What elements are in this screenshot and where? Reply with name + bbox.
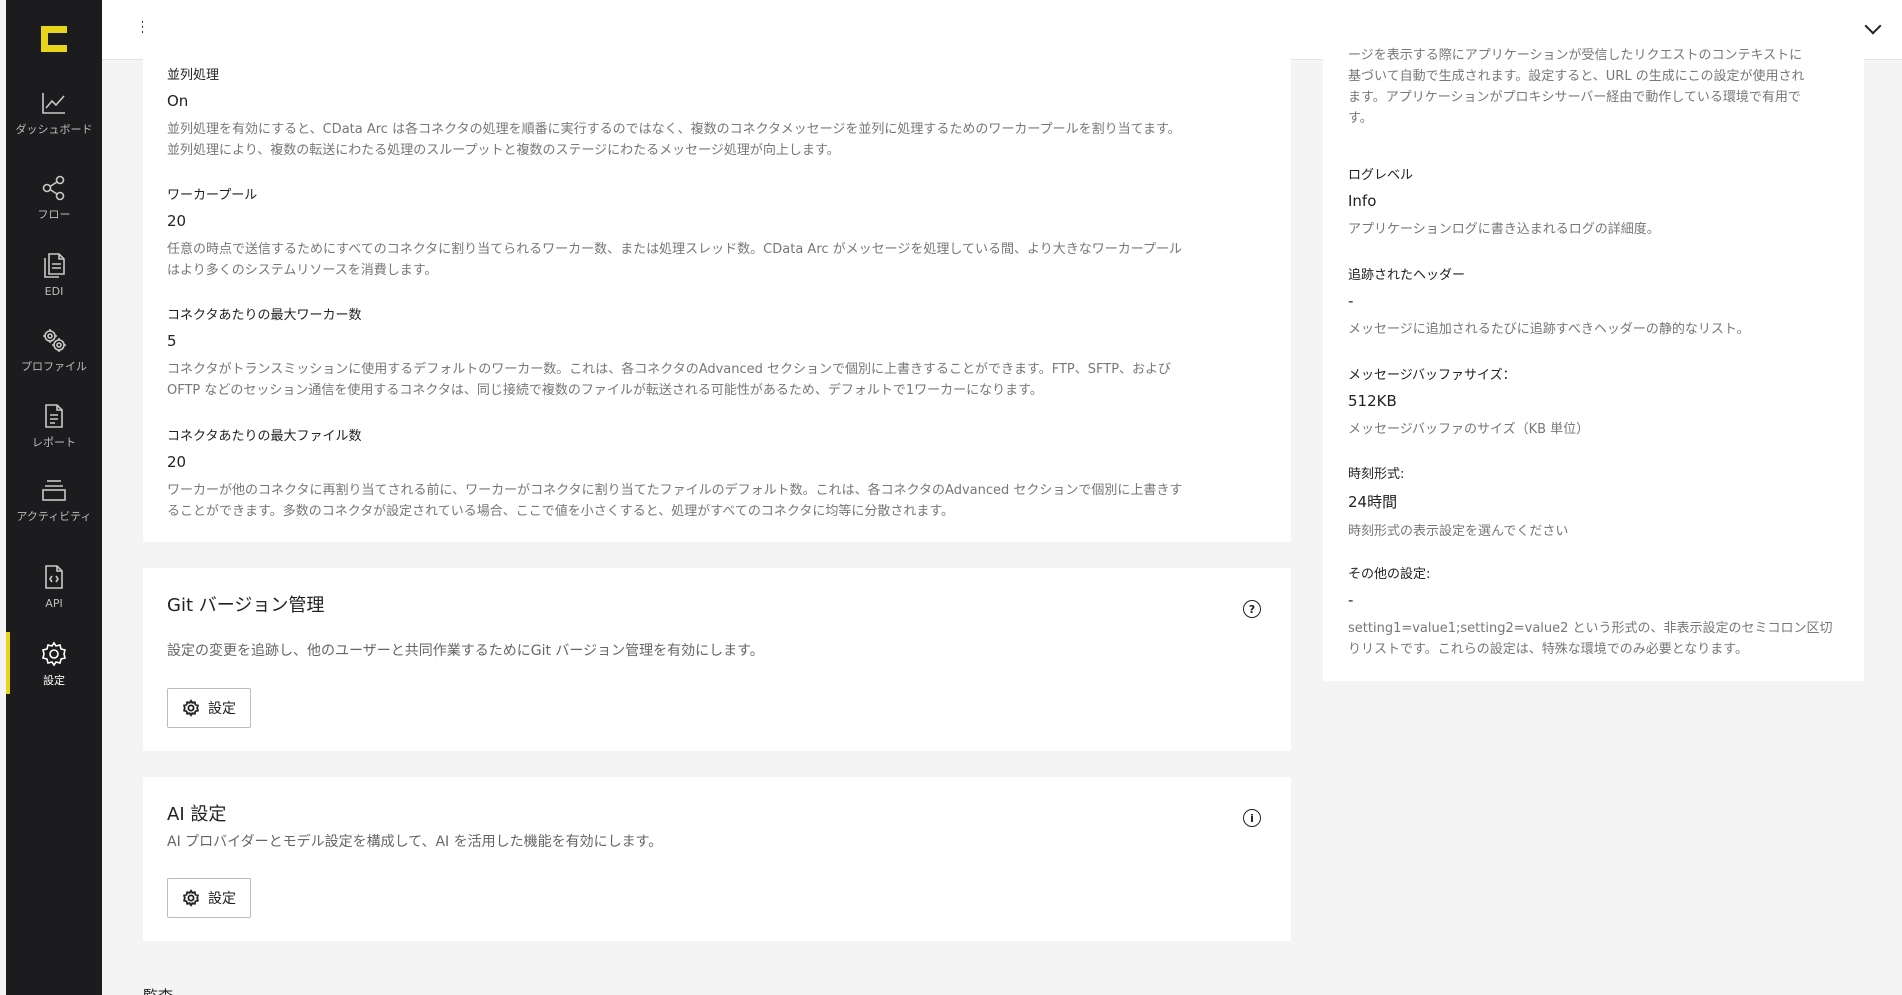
setting-description: アプリケーションログに書き込まれるログの詳細度。 [1348, 222, 1660, 237]
setting-label: ワーカープール [167, 188, 258, 203]
section-description: AI プロバイダーとモデル設定を構成して、AI を活用した機能を有効にします。 [167, 834, 663, 850]
share-nodes-icon [39, 173, 69, 203]
sidebar-item-report[interactable]: レポート [6, 401, 102, 449]
gear-icon [182, 889, 200, 907]
layers-icon [39, 475, 69, 505]
description-line: 並列処理を有効にすると、CData Arc は各コネクタの処理を順番に実行するの… [167, 122, 1181, 137]
sidebar-item-api[interactable]: API [6, 562, 102, 610]
description-line: 任意の時点で送信するためにすべてのコネクタに割り当てられるワーカー数、または処理… [167, 242, 1182, 257]
setting-other: その他の設定: - setting1=value1;setting2=value… [1348, 563, 1838, 660]
sidebar-item-settings[interactable]: 設定 [6, 639, 102, 687]
sidebar-item-label: EDI [44, 285, 64, 298]
sidebar-item-label: プロファイル [21, 360, 87, 373]
description-line: ワーカーが他のコネクタに再割り当てされる前に、ワーカーがコネクタに割り当てたファ… [167, 483, 1183, 498]
setting-label: 時刻形式: [1348, 467, 1405, 482]
sidebar-item-label: ダッシュボード [15, 123, 93, 136]
setting-description: メッセージバッファのサイズ（KB 単位） [1348, 422, 1590, 437]
setting-description: ワーカーが他のコネクタに再割り当てされる前に、ワーカーがコネクタに割り当てたファ… [167, 480, 1257, 522]
sidebar-item-flow[interactable]: フロー [6, 173, 102, 221]
setting-label: コネクタあたりの最大ワーカー数 [167, 308, 362, 323]
setting-max-files: コネクタあたりの最大ファイル数 20 ワーカーが他のコネクタに再割り当てされる前… [167, 425, 1257, 522]
setting-label: コネクタあたりの最大ファイル数 [167, 429, 362, 444]
sidebar-item-edi[interactable]: EDI [6, 250, 102, 298]
setting-log-level: ログレベル Info アプリケーションログに書き込まれるログの詳細度。 [1348, 164, 1838, 240]
setting-value[interactable]: 20 [167, 212, 1257, 230]
sidebar-item-activity[interactable]: アクティビティ [6, 475, 102, 523]
button-label: 設定 [208, 701, 236, 717]
setting-parallel-processing: 並列処理 On 並列処理を有効にすると、CData Arc は各コネクタの処理を… [167, 64, 1257, 161]
description-line: 並列処理により、複数の転送にわたる処理のスループットと複数のステージにわたるメッ… [167, 143, 840, 158]
setting-label: 並列処理 [167, 68, 220, 83]
help-icon[interactable]: ? [1243, 600, 1261, 618]
section-title: Git バージョン管理 [167, 595, 325, 616]
performance-settings-card: 並列処理 On 並列処理を有効にすると、CData Arc は各コネクタの処理を… [143, 0, 1291, 542]
setting-value[interactable]: On [167, 92, 1257, 110]
sidebar-item-dashboard[interactable]: ダッシュボード [6, 88, 102, 136]
sidebar-item-label: API [45, 597, 63, 610]
setting-label: ログレベル [1348, 168, 1414, 183]
report-icon [39, 401, 69, 431]
description-line: setting1=value1;setting2=value2 という形式の、非… [1348, 621, 1833, 636]
setting-description: 時刻形式の表示設定を選んでください [1348, 524, 1569, 539]
setting-description: コネクタがトランスミッションに使用するデフォルトのワーカー数。これは、各コネクタ… [167, 359, 1257, 401]
gear-icon [39, 639, 69, 669]
chevron-down-icon [1864, 17, 1882, 35]
setting-label: 追跡されたヘッダー [1348, 268, 1466, 283]
description-line: ージを表示する際にアプリケーションが受信したリクエストのコンテキストに [1348, 48, 1803, 63]
description-line: りリストです。これらの設定は、特殊な環境でのみ必要となります。 [1348, 642, 1749, 657]
chart-line-icon [39, 88, 69, 118]
setting-value[interactable]: - [1348, 591, 1838, 609]
advanced-settings-card: ージを表示する際にアプリケーションが受信したリクエストのコンテキストに 基づいて… [1323, 0, 1864, 681]
setting-description: 並列処理を有効にすると、CData Arc は各コネクタの処理を順番に実行するの… [167, 119, 1257, 161]
api-file-icon [39, 562, 69, 592]
gears-icon [39, 325, 69, 355]
setting-worker-pool: ワーカープール 20 任意の時点で送信するためにすべてのコネクタに割り当てられる… [167, 184, 1257, 281]
setting-label: その他の設定: [1348, 567, 1431, 582]
setting-value[interactable]: 24時間 [1348, 491, 1838, 512]
description-line: ます。アプリケーションがプロキシサーバー経由で動作している環境で有用で [1348, 90, 1801, 105]
setting-description: ージを表示する際にアプリケーションが受信したリクエストのコンテキストに 基づいて… [1348, 45, 1838, 129]
sidebar-item-label: フロー [37, 208, 71, 221]
sidebar-item-label: アクティビティ [16, 510, 92, 523]
description-line: OFTP などのセッション通信を使用するコネクタは、同じ接続で複数のファイルが転… [167, 383, 1043, 398]
setting-value[interactable]: - [1348, 292, 1838, 310]
ai-settings-button[interactable]: 設定 [167, 878, 251, 918]
description-line: ることができます。多数のコネクタが設定されている場合、ここで値を小さくすると、処… [167, 504, 955, 519]
setting-value[interactable]: 512KB [1348, 392, 1838, 410]
setting-description: 任意の時点で送信するためにすべてのコネクタに割り当てられるワーカー数、または処理… [167, 239, 1257, 281]
setting-time-format: 時刻形式: 24時間 時刻形式の表示設定を選んでください [1348, 463, 1838, 542]
button-label: 設定 [208, 891, 236, 907]
git-version-control-card: Git バージョン管理 ? 設定の変更を追跡し、他のユーザーと共同作業するために… [143, 568, 1291, 751]
description-line: はより多くのシステムリソースを消費します。 [167, 263, 438, 278]
setting-tracked-headers: 追跡されたヘッダー - メッセージに追加されるたびに追跡すべきヘッダーの静的なリ… [1348, 264, 1838, 340]
setting-max-workers: コネクタあたりの最大ワーカー数 5 コネクタがトランスミッションに使用するデフォ… [167, 304, 1257, 401]
setting-description: メッセージに追加されるたびに追跡すべきヘッダーの静的なリスト。 [1348, 322, 1750, 337]
documents-icon [39, 250, 69, 280]
setting-value[interactable]: 5 [167, 332, 1257, 350]
description-line: 基づいて自動で生成されます。設定すると、URL の生成にこの設定が使用され [1348, 69, 1805, 84]
ai-settings-card: AI 設定 i AI プロバイダーとモデル設定を構成して、AI を活用した機能を… [143, 777, 1291, 941]
section-description: 設定の変更を追跡し、他のユーザーと共同作業するためにGit バージョン管理を有効… [167, 643, 764, 659]
sidebar-item-label: レポート [32, 436, 76, 449]
description-line: コネクタがトランスミッションに使用するデフォルトのワーカー数。これは、各コネクタ… [167, 362, 1172, 377]
gear-icon [182, 699, 200, 717]
next-section-title: 監査 [143, 985, 173, 995]
setting-value[interactable]: 20 [167, 453, 1257, 471]
info-icon[interactable]: i [1243, 809, 1261, 827]
setting-value[interactable]: Info [1348, 192, 1838, 210]
setting-description: setting1=value1;setting2=value2 という形式の、非… [1348, 618, 1838, 660]
setting-message-buffer-size: メッセージバッファサイズ： 512KB メッセージバッファのサイズ（KB 単位） [1348, 364, 1838, 440]
sidebar-item-profile[interactable]: プロファイル [6, 325, 102, 373]
sidebar-item-label: 設定 [43, 674, 65, 687]
sidebar: ダッシュボード フロー EDI プロファイル レポート アクティビティ API … [6, 0, 102, 995]
description-line: す。 [1348, 111, 1373, 126]
setting-label: メッセージバッファサイズ： [1348, 368, 1516, 383]
section-title: AI 設定 [167, 804, 227, 825]
git-settings-button[interactable]: 設定 [167, 688, 251, 728]
cdata-logo[interactable] [37, 22, 71, 56]
